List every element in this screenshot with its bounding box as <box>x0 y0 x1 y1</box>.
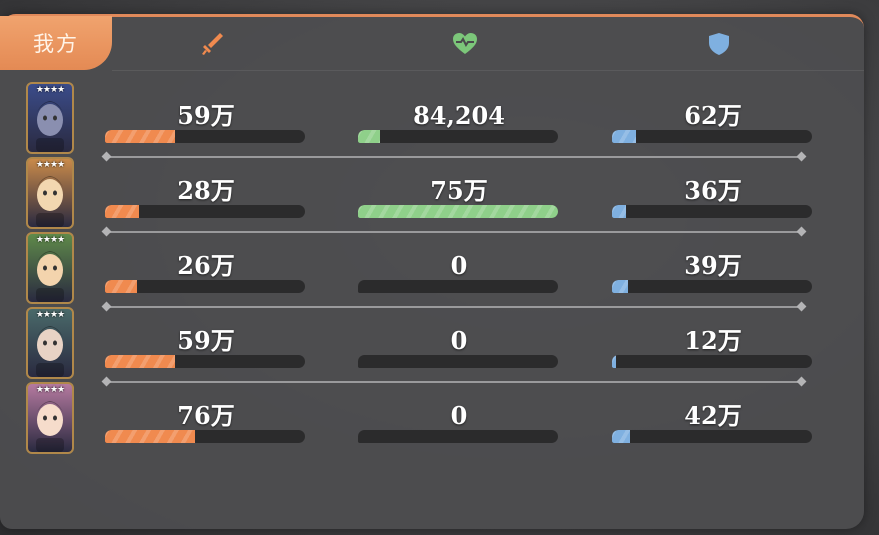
attack-value: 26万 <box>177 251 235 280</box>
hero-avatar[interactable]: ★★★★ <box>26 82 74 154</box>
defense-value: 39万 <box>684 251 742 280</box>
attack-bar <box>105 205 305 218</box>
heal-value: 84,204 <box>413 101 505 130</box>
tab-our-side-label: 我方 <box>33 32 79 56</box>
defense-bar <box>612 205 812 218</box>
defense-bar <box>612 355 812 368</box>
tab-our-side[interactable]: 我方 <box>0 16 112 70</box>
heal-bar <box>358 355 558 368</box>
attack-bar <box>105 355 305 368</box>
defense-bar <box>612 430 812 443</box>
star-rating: ★★★★ <box>35 235 65 245</box>
heal-bar-fill <box>358 205 558 218</box>
attack-bar-fill <box>105 430 195 443</box>
defense-bar-fill <box>612 355 616 368</box>
defense-value: 36万 <box>684 176 742 205</box>
heal-value: 0 <box>450 251 468 280</box>
defense-value: 62万 <box>684 101 742 130</box>
star-rating: ★★★★ <box>35 310 65 320</box>
attack-value: 76万 <box>177 401 235 430</box>
defense-value: 42万 <box>684 401 742 430</box>
heal-value: 75万 <box>430 176 488 205</box>
header-divider <box>112 70 864 71</box>
defense-bar <box>612 130 812 143</box>
hero-row: ★★★★ 59万 84,204 62万 <box>0 82 864 158</box>
defense-bar-fill <box>612 430 630 443</box>
attack-value: 59万 <box>177 101 235 130</box>
heal-bar <box>358 130 558 143</box>
heal-value: 0 <box>450 401 468 430</box>
attack-bar-fill <box>105 355 175 368</box>
hero-row: ★★★★ 59万 0 12万 <box>0 307 864 383</box>
defense-bar-fill <box>612 280 628 293</box>
heal-bar <box>358 205 558 218</box>
attack-bar <box>105 430 305 443</box>
shield-icon <box>709 33 729 55</box>
attack-bar <box>105 280 305 293</box>
heal-bar-fill <box>358 130 380 143</box>
defense-bar-fill <box>612 130 636 143</box>
attack-bar-fill <box>105 280 137 293</box>
star-rating: ★★★★ <box>35 385 65 395</box>
heart-icon <box>453 33 477 54</box>
defense-value: 12万 <box>684 326 742 355</box>
heal-bar <box>358 280 558 293</box>
hero-row: ★★★★ 26万 0 39万 <box>0 232 864 308</box>
defense-bar-fill <box>612 205 626 218</box>
hero-avatar[interactable]: ★★★★ <box>26 232 74 304</box>
attack-value: 28万 <box>177 176 235 205</box>
sword-icon <box>202 33 223 55</box>
attack-bar <box>105 130 305 143</box>
defense-bar <box>612 280 812 293</box>
attack-bar-fill <box>105 130 175 143</box>
star-rating: ★★★★ <box>35 160 65 170</box>
heal-value: 0 <box>450 326 468 355</box>
attack-bar-fill <box>105 205 139 218</box>
hero-avatar[interactable]: ★★★★ <box>26 382 74 454</box>
hero-row: ★★★★ 28万 75万 36万 <box>0 157 864 233</box>
star-rating: ★★★★ <box>35 85 65 95</box>
hero-avatar[interactable]: ★★★★ <box>26 157 74 229</box>
hero-avatar[interactable]: ★★★★ <box>26 307 74 379</box>
attack-value: 59万 <box>177 326 235 355</box>
heal-bar <box>358 430 558 443</box>
hero-row: ★★★★ 76万 0 42万 <box>0 382 864 458</box>
